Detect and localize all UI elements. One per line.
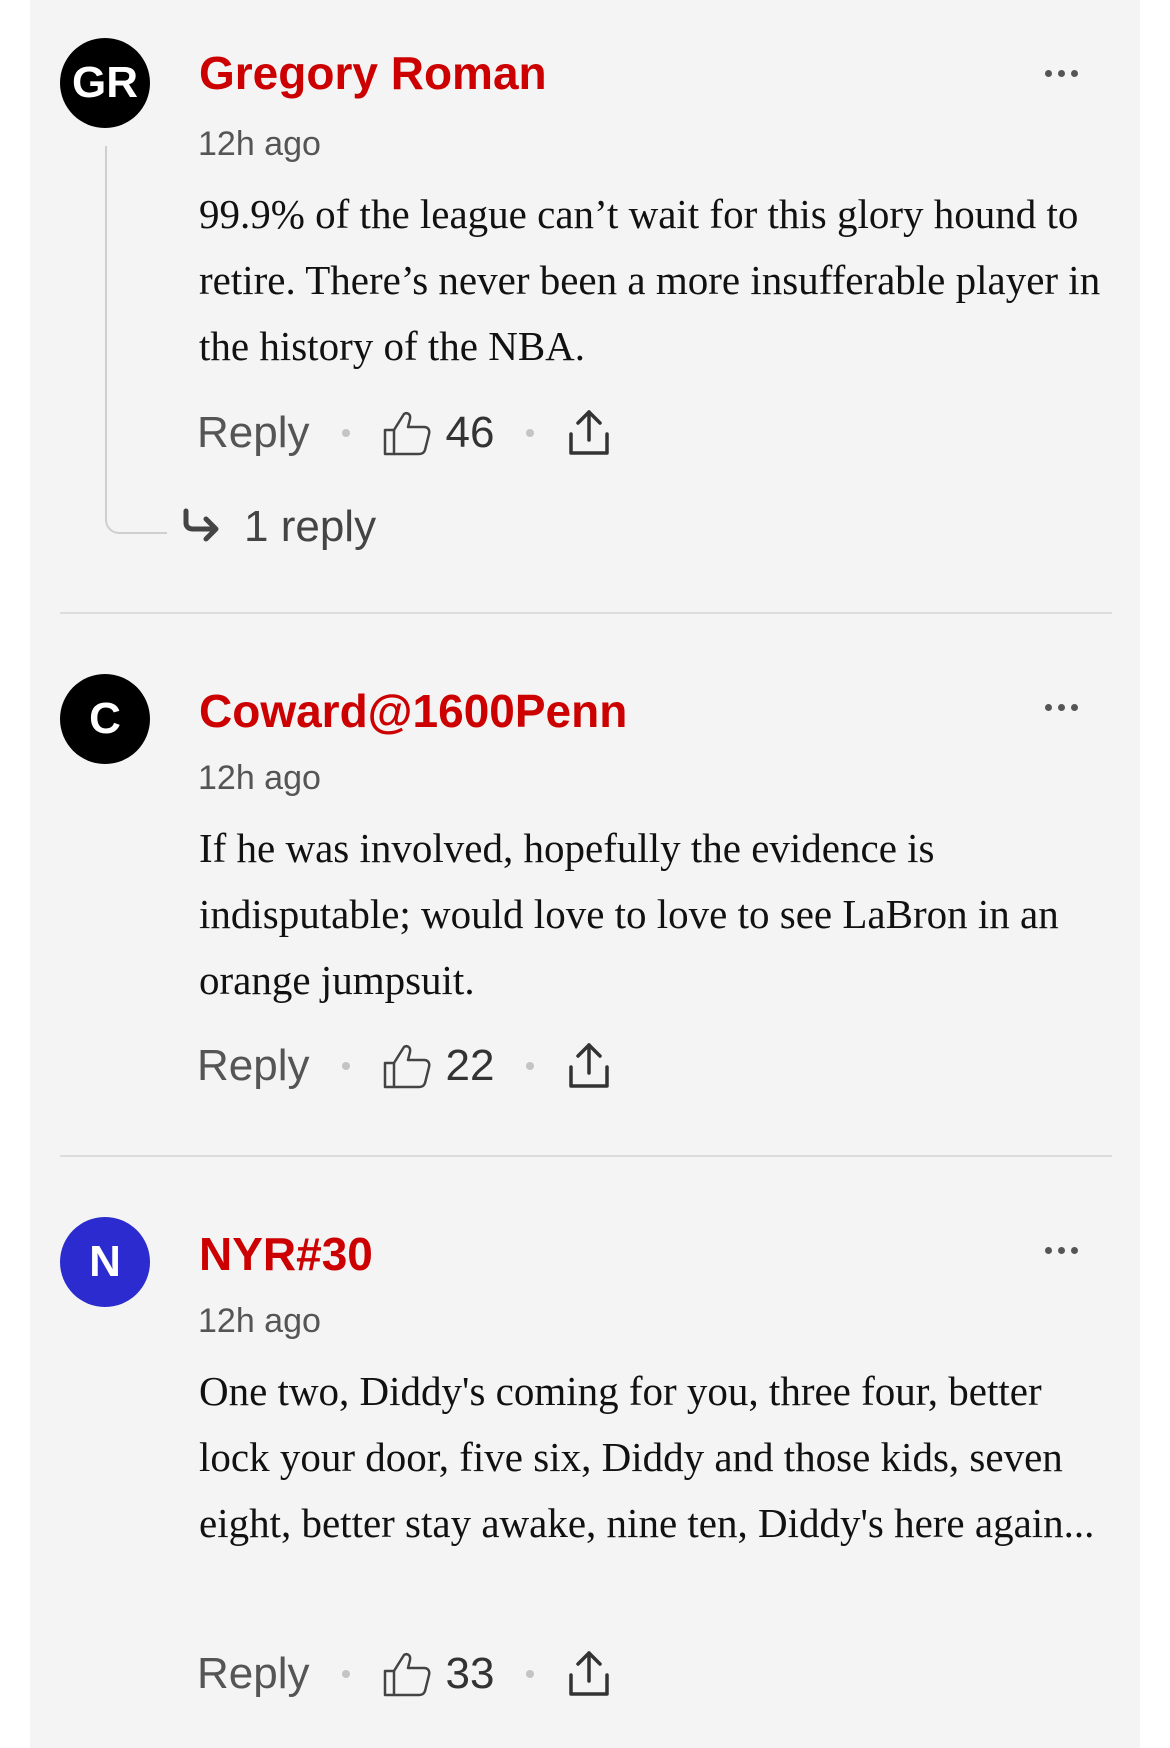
like-button[interactable]: 22 — [382, 1041, 495, 1090]
separator-dot — [526, 1670, 535, 1678]
reply-button[interactable]: Reply — [197, 411, 310, 455]
like-count: 46 — [445, 408, 495, 457]
comment-body: If he was involved, hopefully the eviden… — [199, 825, 1059, 1003]
avatar-initials: N — [89, 1237, 121, 1286]
reply-arrow-icon — [180, 507, 222, 548]
timestamp: 12h ago — [198, 125, 321, 163]
avatar-initials: GR — [72, 58, 138, 107]
author-name[interactable]: NYR#30 — [199, 1231, 373, 1277]
avatar[interactable]: C — [60, 674, 150, 764]
author-name[interactable]: Coward@1600Penn — [199, 688, 627, 734]
like-count: 22 — [445, 1041, 495, 1090]
thumbs-up-icon — [382, 1043, 432, 1089]
divider — [60, 612, 1112, 614]
more-options-icon[interactable] — [1031, 58, 1091, 88]
replies-count: 1 reply — [244, 502, 377, 551]
avatar-initials: C — [89, 694, 121, 743]
thread-line — [105, 146, 167, 534]
more-options-icon[interactable] — [1031, 1235, 1091, 1265]
separator-dot — [341, 1062, 350, 1070]
separator-dot — [526, 429, 535, 437]
more-options-icon[interactable] — [1031, 692, 1091, 722]
thumbs-up-icon — [382, 1651, 432, 1697]
thumbs-up-icon — [382, 410, 432, 456]
separator-dot — [341, 429, 350, 437]
avatar[interactable]: N — [60, 1217, 150, 1307]
comment-body: One two, Diddy's coming for you, three f… — [199, 1368, 1095, 1546]
separator-dot — [341, 1670, 350, 1678]
author-name[interactable]: Gregory Roman — [199, 50, 547, 96]
view-replies-link[interactable]: 1 reply — [180, 497, 376, 557]
share-icon[interactable] — [566, 1649, 612, 1699]
divider — [60, 1155, 1112, 1157]
avatar[interactable]: GR — [60, 38, 150, 128]
like-button[interactable]: 46 — [382, 408, 495, 457]
reply-button[interactable]: Reply — [197, 1044, 310, 1088]
comment-actions: Reply 33 — [197, 1644, 612, 1704]
separator-dot — [526, 1062, 535, 1070]
reply-button[interactable]: Reply — [197, 1652, 310, 1696]
comment-actions: Reply 22 — [197, 1036, 612, 1096]
comment-body: 99.9% of the league can’t wait for this … — [199, 191, 1101, 369]
share-icon[interactable] — [566, 408, 612, 458]
timestamp: 12h ago — [198, 1302, 321, 1340]
like-button[interactable]: 33 — [382, 1649, 495, 1698]
share-icon[interactable] — [566, 1041, 612, 1091]
like-count: 33 — [445, 1649, 495, 1698]
comment-actions: Reply 46 — [197, 403, 612, 463]
timestamp: 12h ago — [198, 759, 321, 797]
